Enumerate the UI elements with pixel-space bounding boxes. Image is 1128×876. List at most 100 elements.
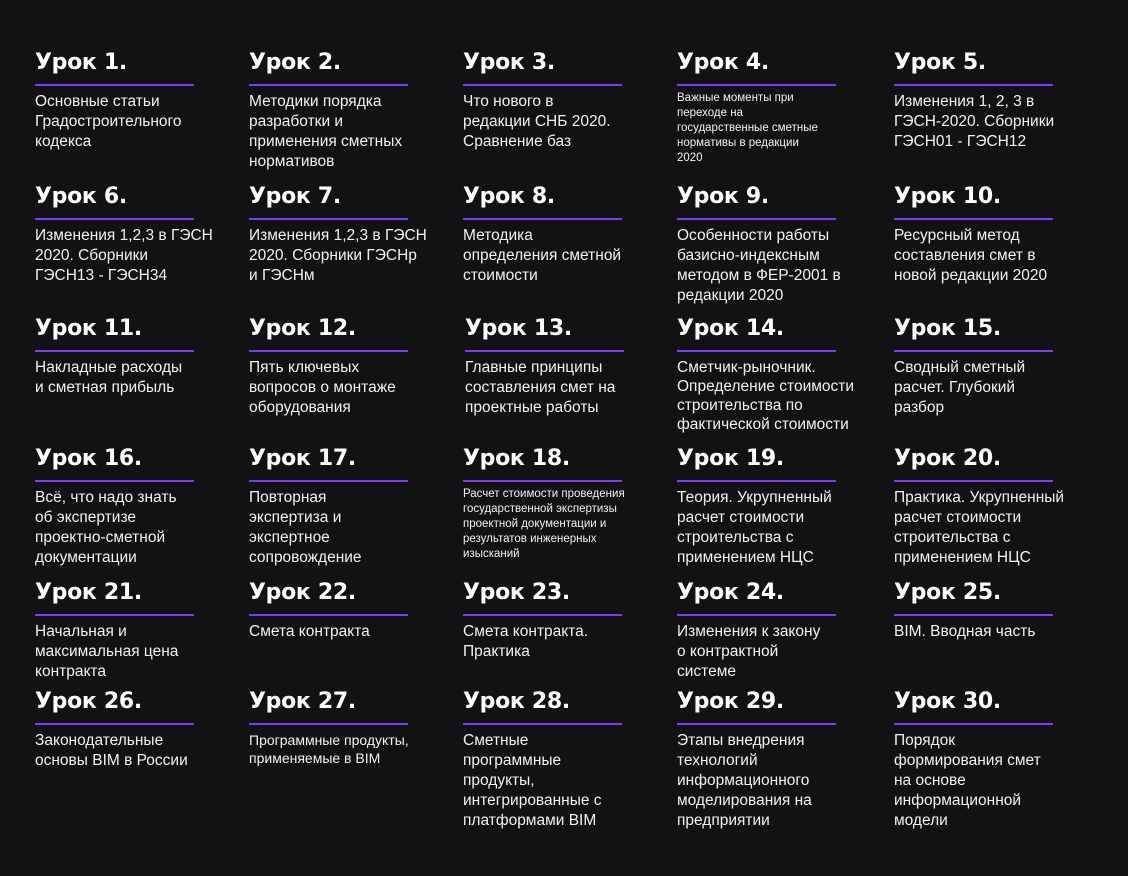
lesson-description: Что нового в редакции СНБ 2020. Сравнени… — [463, 93, 611, 150]
lesson-card: Урок 12. Пять ключевых вопросов о монтаж… — [249, 316, 408, 418]
lesson-title: Урок 18. — [463, 446, 570, 471]
lesson-description: Теория. Укрупненный расчет стоимости стр… — [677, 489, 832, 566]
lesson-divider — [249, 218, 408, 220]
lesson-description: Сметные программные продукты, интегриров… — [463, 732, 602, 829]
lesson-title: Урок 23. — [463, 580, 570, 605]
lesson-card: Урок 19. Теория. Укрупненный расчет стои… — [677, 446, 836, 568]
lesson-card: Урок 6. Изменения 1,2,3 в ГЭСН 2020. Сбо… — [35, 184, 213, 286]
lesson-description: Ресурсный метод составления смет в новой… — [894, 227, 1048, 284]
lesson-divider — [249, 723, 408, 725]
lesson-card: Урок 20. Практика. Укрупненный расчет ст… — [894, 446, 1064, 568]
lesson-card: Урок 2. Методики порядка разработки и пр… — [249, 50, 408, 172]
lesson-description: Главные принципы составления смет на про… — [465, 359, 616, 416]
lesson-title: Урок 12. — [249, 316, 356, 341]
lesson-divider — [677, 350, 836, 352]
lesson-description: Методики порядка разработки и применения… — [249, 93, 403, 170]
lesson-title: Урок 27. — [249, 689, 356, 714]
lesson-card: Урок 1. Основные статьи Градостроительно… — [35, 50, 194, 152]
lesson-description: Программные продукты, применяемые в BIM — [249, 732, 409, 766]
lesson-divider — [894, 480, 1053, 482]
lesson-card: Урок 10. Ресурсный метод составления сме… — [894, 184, 1053, 286]
lesson-description: BIM. Вводная часть — [894, 623, 1036, 640]
lesson-card: Урок 14. Сметчик-рыночник. Определение с… — [677, 316, 854, 434]
lesson-divider — [35, 218, 194, 220]
lesson-card: Урок 11. Накладные расходы и сметная при… — [35, 316, 194, 398]
lesson-description: Важные моменты при переходе на государст… — [677, 92, 818, 164]
lesson-title: Урок 17. — [249, 446, 356, 471]
lesson-title: Урок 30. — [894, 689, 1001, 714]
lesson-description: Сводный сметный расчет. Глубокий разбор — [894, 359, 1026, 416]
lesson-card: Урок 18. Расчет стоимости проведения гос… — [463, 446, 625, 562]
lesson-card: Урок 16. Всё, что надо знать об эксперти… — [35, 446, 194, 568]
lesson-divider — [894, 84, 1053, 86]
lesson-title: Урок 8. — [463, 184, 555, 209]
lesson-card: Урок 8. Методика определения сметной сто… — [463, 184, 622, 286]
lesson-divider — [463, 480, 622, 482]
lesson-divider — [463, 723, 622, 725]
lesson-description: Практика. Укрупненный расчет стоимости с… — [894, 489, 1065, 566]
lesson-divider — [463, 218, 622, 220]
lesson-description: Изменения 1,2,3 в ГЭСН 2020. Сборники ГЭ… — [249, 227, 427, 284]
lesson-card: Урок 26. Законодательные основы BIM в Ро… — [35, 689, 194, 771]
lesson-divider — [677, 480, 836, 482]
lesson-card: Урок 27. Программные продукты, применяем… — [249, 689, 409, 767]
lesson-card: Урок 22. Смета контракта — [249, 580, 408, 642]
lesson-divider — [35, 350, 194, 352]
lesson-divider — [249, 350, 408, 352]
lesson-description: Повторная экспертиза и экспертное сопров… — [249, 489, 362, 566]
lesson-divider — [894, 723, 1053, 725]
lesson-description: Всё, что надо знать об экспертизе проект… — [35, 489, 177, 566]
lesson-card: Урок 23. Смета контракта. Практика — [463, 580, 622, 662]
lesson-title: Урок 3. — [463, 50, 555, 75]
lesson-divider — [463, 614, 622, 616]
lesson-title: Урок 16. — [35, 446, 142, 471]
lesson-divider — [35, 723, 194, 725]
lesson-title: Урок 24. — [677, 580, 784, 605]
lesson-title: Урок 21. — [35, 580, 142, 605]
lesson-card: Урок 7. Изменения 1,2,3 в ГЭСН 2020. Сбо… — [249, 184, 427, 286]
lesson-description: Смета контракта — [249, 623, 370, 640]
lesson-title: Урок 9. — [677, 184, 769, 209]
lesson-divider — [894, 614, 1053, 616]
lesson-title: Урок 25. — [894, 580, 1001, 605]
lesson-divider — [249, 84, 408, 86]
lesson-card: Урок 29. Этапы внедрения технологий инфо… — [677, 689, 836, 831]
lesson-title: Урок 15. — [894, 316, 1001, 341]
lesson-card: Урок 17. Повторная экспертиза и экспертн… — [249, 446, 408, 568]
lesson-title: Урок 26. — [35, 689, 142, 714]
lesson-title: Урок 20. — [894, 446, 1001, 471]
lesson-card: Урок 15. Сводный сметный расчет. Глубоки… — [894, 316, 1053, 418]
lesson-description: Начальная и максимальная цена контракта — [35, 623, 179, 680]
lesson-title: Урок 11. — [35, 316, 142, 341]
lesson-card: Урок 25. BIM. Вводная часть — [894, 580, 1053, 642]
lesson-divider — [677, 723, 836, 725]
lesson-title: Урок 5. — [894, 50, 986, 75]
lesson-title: Урок 22. — [249, 580, 356, 605]
lesson-description: Методика определения сметной стоимости — [463, 227, 622, 284]
lesson-divider — [894, 350, 1053, 352]
lesson-title: Урок 28. — [463, 689, 570, 714]
lesson-title: Урок 6. — [35, 184, 127, 209]
lesson-divider — [35, 614, 194, 616]
lesson-divider — [894, 218, 1053, 220]
lesson-card: Урок 28. Сметные программные продукты, и… — [463, 689, 622, 831]
lesson-divider — [465, 350, 624, 352]
lesson-card: Урок 4. Важные моменты при переходе на г… — [677, 50, 836, 166]
lesson-title: Урок 2. — [249, 50, 341, 75]
lesson-title: Урок 14. — [677, 316, 784, 341]
lesson-title: Урок 13. — [465, 316, 572, 341]
lesson-title: Урок 1. — [35, 50, 127, 75]
lesson-divider — [249, 614, 408, 616]
lesson-card: Урок 21. Начальная и максимальная цена к… — [35, 580, 194, 682]
lesson-description: Изменения 1, 2, 3 в ГЭСН-2020. Сборники … — [894, 93, 1055, 150]
lesson-description: Изменения к закону о контрактной системе — [677, 623, 821, 680]
lesson-card: Урок 30. Порядок формирования смет на ос… — [894, 689, 1053, 831]
lesson-divider — [463, 84, 622, 86]
lesson-description: Сметчик-рыночник. Определение стоимости … — [677, 359, 855, 433]
lesson-divider — [677, 218, 836, 220]
lesson-divider — [249, 480, 408, 482]
lesson-card: Урок 5. Изменения 1, 2, 3 в ГЭСН-2020. С… — [894, 50, 1054, 152]
lesson-title: Урок 4. — [677, 50, 769, 75]
lesson-card: Урок 24. Изменения к закону о контрактно… — [677, 580, 836, 682]
lesson-divider — [677, 84, 836, 86]
